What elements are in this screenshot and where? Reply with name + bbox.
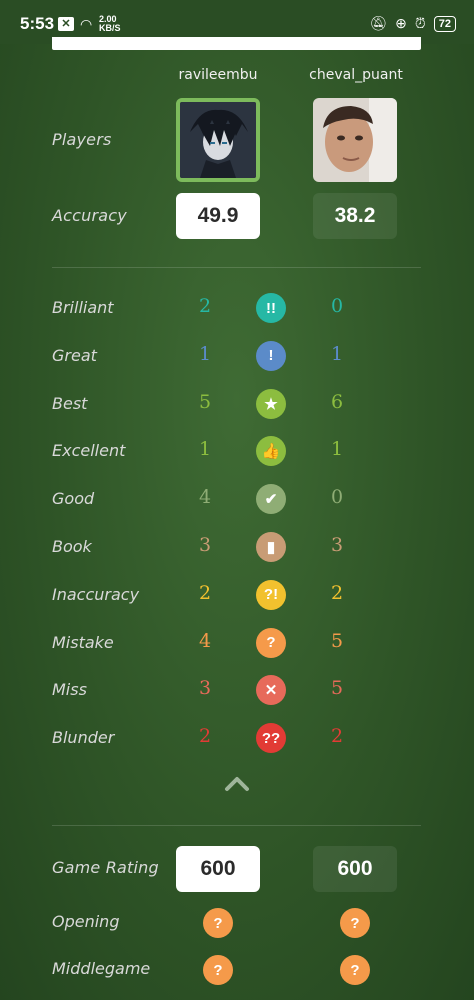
phase-label: Middlegame [52,959,151,978]
white-count: 2 [198,295,212,317]
classification-label: Mistake [52,632,114,652]
white-count: 3 [198,534,212,556]
black-count: 3 [330,534,344,556]
top-panel-edge [52,37,421,50]
wifi-icon: ◠ [80,16,93,32]
classification-label: Inaccuracy [52,584,140,604]
chevron-up-icon[interactable] [223,770,251,798]
black-count: 5 [330,677,344,700]
black-player-avatar[interactable] [313,98,397,182]
classification-label: Best [52,393,88,413]
white-count: 4 [198,629,212,652]
excellent-thumb-icon: 👍 [256,436,286,467]
white-player-name[interactable]: ravileembu [148,67,288,83]
white-count: 5 [198,390,212,413]
classification-label: Miss [52,680,87,700]
blunder-icon: ?? [256,723,286,754]
white-count: 2 [198,725,212,748]
white-phase-mistake-icon[interactable]: ? [203,908,233,938]
white-count: 3 [198,677,212,700]
status-icons: 🔕︎ ⊕ ⏰︎ 72 [369,15,456,32]
classification-label: Good [52,489,95,509]
mute-bell-icon: 🔕︎ [369,15,388,31]
white-count: 4 [198,486,212,509]
white-player-avatar[interactable] [176,98,260,182]
notification-x-icon: ✕ [58,17,74,31]
black-count: 2 [330,725,344,748]
black-count: 1 [330,438,344,461]
miss-icon: ✕ [256,675,286,706]
white-count: 1 [198,438,212,461]
best-star-icon: ★ [256,388,286,419]
network-speed-unit: KB/S [99,23,121,33]
black-count: 6 [330,390,344,413]
clock: 5:53 [20,14,55,33]
phase-label: Opening [52,912,120,931]
black-phase-mistake-icon[interactable]: ? [340,908,370,938]
game-rating-label: Game Rating [52,858,159,877]
photo-avatar-image [313,98,397,182]
black-count: 5 [330,629,344,652]
book-icon: ▮ [256,532,286,562]
black-accuracy: 38.2 [313,193,397,239]
classification-label: Great [52,345,97,365]
brilliant-icon: !! [256,293,286,323]
classification-label: Brilliant [52,298,114,317]
classification-label: Book [52,537,92,556]
white-count: 2 [198,581,212,604]
black-game-rating: 600 [313,846,397,892]
white-count: 1 [198,342,212,365]
black-count: 1 [330,342,344,365]
black-count: 2 [330,581,344,604]
black-count: 0 [330,295,344,317]
classification-label: Blunder [52,728,115,748]
white-game-rating: 600 [176,846,260,892]
good-check-icon: ✔ [256,484,286,515]
mistake-icon: ? [256,627,286,658]
black-count: 0 [330,486,344,509]
inaccuracy-icon: ?! [256,579,286,610]
players-label: Players [52,130,112,149]
divider [52,267,421,268]
battery-icon: 72 [433,15,456,32]
classification-label: Excellent [52,441,126,461]
white-accuracy: 49.9 [176,193,260,239]
accuracy-label: Accuracy [52,206,127,225]
great-icon: ! [256,340,286,371]
lock-icon: ⊕ [395,15,407,31]
network-speed: 2.00 KB/S [99,15,121,33]
black-phase-mistake-icon[interactable]: ? [340,955,370,985]
divider [52,825,421,826]
anime-avatar-image [180,102,256,178]
alarm-icon: ⏰︎ [414,15,426,31]
black-player-name[interactable]: cheval_puant [286,67,426,83]
white-phase-mistake-icon[interactable]: ? [203,955,233,985]
